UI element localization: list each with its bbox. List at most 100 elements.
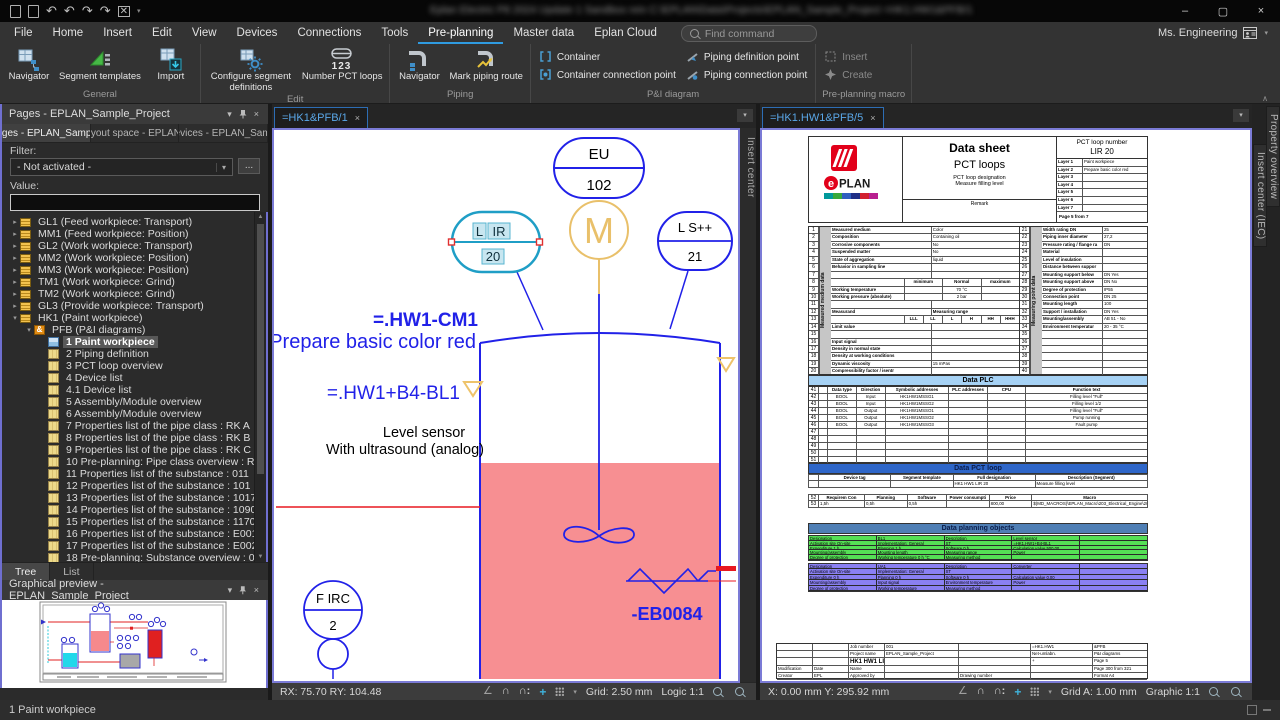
container-connection-point-button[interactable]: Container connection point — [539, 68, 676, 83]
redo-history-icon[interactable]: ↷ — [100, 3, 111, 19]
ds-object-snap-icon[interactable]: ∩ — [977, 686, 985, 697]
navigator-button[interactable]: Navigator — [3, 46, 55, 84]
tree-item-16-properties-list-of[interactable]: 16 Properties list of the substance : E0… — [2, 528, 266, 540]
navigator-button[interactable]: Navigator — [393, 46, 445, 84]
container-button[interactable]: Container — [539, 50, 676, 65]
tree-item-18-pre-planning-subst[interactable]: 18 Pre-planning: Substance overview : 01… — [2, 552, 266, 562]
ds-zoom-area-icon[interactable] — [1231, 687, 1240, 696]
value-input[interactable] — [10, 194, 260, 211]
tree-expander-icon[interactable]: ▾ — [10, 314, 20, 322]
tree-item-8-properties-list-of-t[interactable]: 8 Properties list of the pipe class : RK… — [2, 432, 266, 444]
tree-expander-icon[interactable]: ▸ — [10, 230, 20, 238]
new-page-icon[interactable] — [10, 5, 21, 18]
tree-expander-icon[interactable]: ▸ — [10, 218, 20, 226]
tree-item-15-properties-list-of[interactable]: 15 Properties list of the substance : 11… — [2, 516, 266, 528]
tank-top[interactable] — [480, 333, 720, 343]
tree-expander-icon[interactable]: ▸ — [10, 254, 20, 262]
tree-item-4-device-list[interactable]: 4 Device list — [2, 372, 266, 384]
tree-item-mm2-work-workpiece-p[interactable]: ▸MM2 (Work workpiece: Position) — [2, 252, 266, 264]
datasheet-grid-size[interactable]: Grid A: 1.00 mm — [1061, 686, 1137, 698]
menu-item-eplan-cloud[interactable]: Eplan Cloud — [584, 22, 667, 44]
find-command-box[interactable]: Find command — [681, 25, 817, 42]
tree-item-mm1-feed-workpiece-p[interactable]: ▸MM1 (Feed workpiece: Position) — [2, 228, 266, 240]
cm-description[interactable]: Prepare basic color red — [274, 331, 476, 353]
scroll-up-icon[interactable]: ▲ — [255, 212, 266, 222]
tree-item-12-properties-list-of[interactable]: 12 Properties list of the substance : 10… — [2, 480, 266, 492]
tab-pid-page[interactable]: =HK1&PFB/1 × — [274, 107, 368, 128]
menu-item-file[interactable]: File — [4, 22, 43, 44]
tree-item-7-properties-list-of-t[interactable]: 7 Properties list of the pipe class : RK… — [2, 420, 266, 432]
tree-item-5-assembly-module-over[interactable]: 5 Assembly/Module overview — [2, 396, 266, 408]
close-button[interactable]: × — [1242, 0, 1280, 22]
tree-item-13-properties-list-of[interactable]: 13 Properties list of the substance : 10… — [2, 492, 266, 504]
cancel-action-icon[interactable]: ✕ — [118, 6, 130, 17]
heater-tag-text[interactable]: -EB0084 — [631, 604, 702, 624]
tree-item-gl1-feed-workpiece-t[interactable]: ▸GL1 (Feed workpiece: Transport) — [2, 216, 266, 228]
pid-canvas[interactable]: -EB0084 EU 102 — [272, 128, 740, 683]
tree-item-2-piping-definition[interactable]: 2 Piping definition — [2, 348, 266, 360]
tree-item-mm3-work-workpiece-p[interactable]: ▸MM3 (Work workpiece: Position) — [2, 264, 266, 276]
panel-menu-icon[interactable]: ▾ — [225, 109, 234, 120]
menu-item-insert[interactable]: Insert — [93, 22, 142, 44]
sensor-note-line1[interactable]: Level sensor — [383, 425, 465, 441]
tree-expander-icon[interactable]: ▸ — [10, 302, 20, 310]
ds-angle-snap-icon[interactable]: ∠ — [958, 686, 968, 697]
ds-grid-toggle-icon[interactable] — [1030, 687, 1039, 696]
pid-scale-mode[interactable]: Logic 1:1 — [661, 686, 704, 698]
move-snap-icon[interactable]: + — [539, 686, 546, 698]
configure-segment-definitions-button[interactable]: Configure segment definitions — [204, 46, 298, 94]
tab-datasheet-page[interactable]: =HK1.HW1&PFB/5 × — [762, 107, 884, 128]
object-snap-icon[interactable]: ∩ — [502, 686, 510, 697]
instrument-firc-2[interactable]: F IRC 2 — [304, 581, 362, 679]
tree-item-9-properties-list-of-t[interactable]: 9 Properties list of the pipe class : RK… — [2, 444, 266, 456]
filter-select[interactable]: - Not activated - ▾ — [10, 158, 233, 176]
tree-item-tm2-work-workpiece-g[interactable]: ▸TM2 (Work workpiece: Grind) — [2, 288, 266, 300]
preview-close-icon[interactable]: × — [252, 585, 261, 595]
redo-icon[interactable]: ↷ — [82, 3, 93, 19]
selection-handle-right[interactable] — [537, 239, 543, 245]
segment-templates-button[interactable]: Segment templates — [55, 46, 145, 84]
tree-expander-icon[interactable]: ▸ — [10, 242, 20, 250]
menu-item-home[interactable]: Home — [43, 22, 94, 44]
scrollbar-thumb[interactable] — [257, 224, 264, 474]
graphical-preview[interactable] — [0, 600, 268, 688]
tree-item-hk1-paint-workpiece[interactable]: ▾HK1 (Paint workpiece) — [2, 312, 266, 324]
minimize-button[interactable]: – — [1166, 0, 1204, 22]
sensor-note-line2[interactable]: With ultrasound (analog) — [326, 442, 484, 458]
menu-item-connections[interactable]: Connections — [287, 22, 371, 44]
menu-item-tools[interactable]: Tools — [371, 22, 418, 44]
user-account-area[interactable]: Ms. Engineering ▾ — [1158, 22, 1280, 44]
tree-item-gl3-provide-workpiece[interactable]: ▸GL3 (Provide workpiece: Transport) — [2, 300, 266, 312]
tree-item-14-properties-list-of[interactable]: 14 Properties list of the substance : 10… — [2, 504, 266, 516]
import-button[interactable]: Import — [145, 46, 197, 84]
number-pct-loops-button[interactable]: 123Number PCT loops — [298, 46, 387, 84]
insert-center-iec-vertical-tab[interactable]: Insert center (IEC) — [1253, 144, 1267, 247]
ds-move-snap-icon[interactable]: + — [1014, 686, 1021, 698]
piping-definition-point-button[interactable]: Piping definition point — [686, 50, 807, 65]
maximize-button[interactable]: ▢ — [1204, 0, 1242, 22]
scroll-down-icon[interactable]: ▼ — [255, 552, 266, 562]
status-resize-grip-icon[interactable] — [1263, 709, 1271, 711]
grid-toggle-icon[interactable] — [555, 687, 564, 696]
selection-handle-left[interactable] — [449, 239, 455, 245]
tree-expander-icon[interactable]: ▸ — [10, 266, 20, 274]
motor-symbol[interactable]: M — [570, 201, 628, 259]
pid-tab-list-dropdown-icon[interactable]: ▾ — [737, 109, 753, 122]
datasheet-canvas[interactable]: e PLAN Data sheet PCT loops PCT loop des… — [760, 128, 1252, 683]
tree-item-pfb-p-i-diagrams[interactable]: ▾&PFB (P&I diagrams) — [2, 324, 266, 336]
grid-dropdown-icon[interactable]: ▾ — [573, 688, 577, 696]
navigator-tab-pages-eplan-sampl[interactable]: Pages - EPLAN_Sampl... — [2, 124, 91, 142]
tree-item-tm1-work-workpiece-g[interactable]: ▸TM1 (Work workpiece: Grind) — [2, 276, 266, 288]
instrument-eu-102[interactable]: EU 102 — [554, 138, 644, 198]
menu-item-view[interactable]: View — [182, 22, 227, 44]
datasheet-scale-mode[interactable]: Graphic 1:1 — [1146, 686, 1200, 698]
ds-zoom-in-icon[interactable] — [1209, 687, 1218, 696]
tree-item-10-pre-planning-pipe[interactable]: 10 Pre-planning: Pipe class overview : R… — [2, 456, 266, 468]
qat-dropdown-icon[interactable]: ▾ — [137, 7, 141, 15]
pid-grid-size[interactable]: Grid: 2.50 mm — [586, 686, 653, 698]
instrument-ls-21[interactable]: L S++ 21 — [658, 212, 732, 329]
preview-pin-icon[interactable] — [239, 585, 247, 595]
tree-scrollbar[interactable]: ▲ ▼ — [254, 212, 266, 562]
tree-item-gl2-work-workpiece-t[interactable]: ▸GL2 (Work workpiece: Transport) — [2, 240, 266, 252]
datasheet-tab-list-dropdown-icon[interactable]: ▾ — [1233, 109, 1249, 122]
